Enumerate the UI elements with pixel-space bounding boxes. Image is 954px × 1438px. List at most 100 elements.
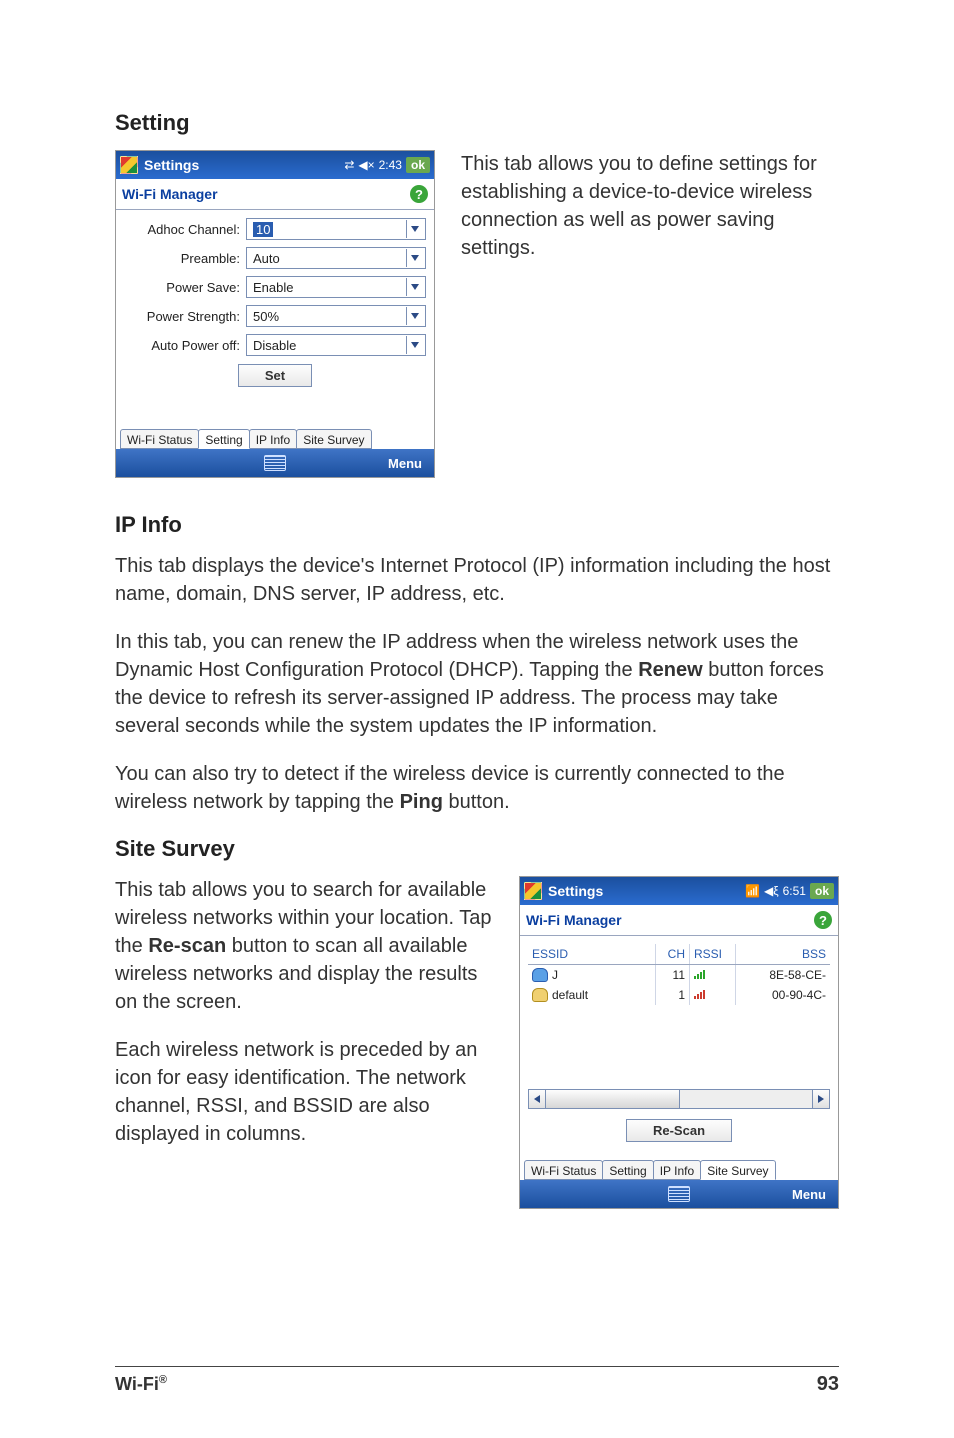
menu-button[interactable]: Menu xyxy=(388,449,422,477)
tab-wifi-status[interactable]: Wi-Fi Status xyxy=(120,429,199,449)
tab-site-survey[interactable]: Site Survey xyxy=(296,429,371,449)
signal-bars-icon xyxy=(694,989,705,999)
label-preamble: Preamble: xyxy=(124,251,246,266)
chevron-down-icon[interactable] xyxy=(406,220,423,238)
tab-ip-info[interactable]: IP Info xyxy=(249,429,297,449)
ipinfo-p2: In this tab, you can renew the IP addres… xyxy=(115,628,839,740)
scroll-left-button[interactable] xyxy=(529,1090,546,1108)
document-page: Setting Settings ⇄ ◀× 2:43 ok Wi-Fi Mana… xyxy=(0,0,954,1438)
dropdown-preamble[interactable]: Auto xyxy=(246,247,426,269)
window-title: Settings xyxy=(144,157,199,173)
clock-time: 2:43 xyxy=(379,158,402,172)
label-adhoc-channel: Adhoc Channel: xyxy=(124,222,246,237)
essid-value: J xyxy=(552,968,558,982)
table-row[interactable]: J 11 8E-58-CE- xyxy=(528,965,830,985)
label-power-save: Power Save: xyxy=(124,280,246,295)
dropdown-auto-power-off[interactable]: Disable xyxy=(246,334,426,356)
registered-icon: ® xyxy=(159,1374,167,1386)
ipinfo-p3: You can also try to detect if the wirele… xyxy=(115,760,839,816)
col-bssid[interactable]: BSS xyxy=(736,944,830,964)
titlebar: Settings ⇄ ◀× 2:43 ok xyxy=(116,151,434,179)
tab-site-survey[interactable]: Site Survey xyxy=(700,1160,775,1180)
sitesurvey-p1: This tab allows you to search for availa… xyxy=(115,876,493,1016)
app-title: Wi-Fi Manager xyxy=(122,186,218,202)
page-number: 93 xyxy=(817,1373,839,1396)
rescan-button[interactable]: Re-Scan xyxy=(626,1119,732,1142)
chevron-down-icon[interactable] xyxy=(406,336,423,354)
keyboard-icon[interactable] xyxy=(668,1186,690,1202)
help-icon[interactable]: ? xyxy=(814,911,832,929)
col-ch[interactable]: CH xyxy=(656,944,690,964)
value-power-strength: 50% xyxy=(253,309,279,324)
col-rssi[interactable]: RSSI xyxy=(690,944,736,964)
sitesurvey-content: ESSID CH RSSI BSS J 11 xyxy=(520,936,838,1156)
signal-bars-icon xyxy=(694,969,705,979)
scroll-right-button[interactable] xyxy=(812,1090,829,1108)
field-preamble: Preamble: Auto xyxy=(124,247,426,269)
col-essid[interactable]: ESSID xyxy=(528,944,656,964)
value-auto-power-off: Disable xyxy=(253,338,296,353)
tab-setting[interactable]: Setting xyxy=(602,1160,653,1180)
rssi-value xyxy=(690,965,736,985)
network-open-icon xyxy=(532,988,548,1002)
chevron-down-icon[interactable] xyxy=(406,307,423,325)
horizontal-scrollbar[interactable] xyxy=(528,1089,830,1109)
ping-keyword: Ping xyxy=(400,791,443,813)
help-icon[interactable]: ? xyxy=(410,185,428,203)
dropdown-adhoc-channel[interactable]: 10 xyxy=(246,218,426,240)
heading-ipinfo: IP Info xyxy=(115,512,839,538)
menu-button[interactable]: Menu xyxy=(792,1180,826,1208)
set-button[interactable]: Set xyxy=(238,364,312,387)
tab-ip-info[interactable]: IP Info xyxy=(653,1160,701,1180)
bssid-value: 8E-58-CE- xyxy=(736,965,830,985)
table-row[interactable]: default 1 00-90-4C- xyxy=(528,985,830,1005)
footer-left: Wi-Fi® xyxy=(115,1374,167,1395)
dropdown-power-strength[interactable]: 50% xyxy=(246,305,426,327)
keyboard-icon[interactable] xyxy=(264,455,286,471)
dropdown-power-save[interactable]: Enable xyxy=(246,276,426,298)
bssid-value: 00-90-4C- xyxy=(736,985,830,1005)
field-power-strength: Power Strength: 50% xyxy=(124,305,426,327)
scroll-thumb[interactable] xyxy=(546,1090,680,1108)
essid-value: default xyxy=(552,988,588,1002)
ch-value: 1 xyxy=(656,985,690,1005)
network-secure-icon xyxy=(532,968,548,982)
value-preamble: Auto xyxy=(253,251,280,266)
value-adhoc-channel: 10 xyxy=(253,222,273,237)
setting-content: Adhoc Channel: 10 Preamble: Auto Power S… xyxy=(116,210,434,425)
tab-wifi-status[interactable]: Wi-Fi Status xyxy=(524,1160,603,1180)
system-tray: ⇄ ◀× 2:43 ok xyxy=(344,157,430,173)
table-body: J 11 8E-58-CE- default 1 xyxy=(528,965,830,1085)
clock-time: 6:51 xyxy=(783,884,806,898)
page-footer: Wi-Fi® 93 xyxy=(115,1366,839,1396)
field-auto-power-off: Auto Power off: Disable xyxy=(124,334,426,356)
chevron-down-icon[interactable] xyxy=(406,278,423,296)
scroll-track[interactable] xyxy=(546,1090,812,1108)
screenshot-setting: Settings ⇄ ◀× 2:43 ok Wi-Fi Manager ? Ad… xyxy=(115,150,435,478)
window-title: Settings xyxy=(548,883,603,899)
speaker-icon: ◀× xyxy=(358,158,374,172)
label-power-strength: Power Strength: xyxy=(124,309,246,324)
chevron-down-icon[interactable] xyxy=(406,249,423,267)
sitesurvey-p2: Each wireless network is preceded by an … xyxy=(115,1036,493,1148)
app-title: Wi-Fi Manager xyxy=(526,912,622,928)
value-power-save: Enable xyxy=(253,280,293,295)
heading-sitesurvey: Site Survey xyxy=(115,836,839,862)
speaker-icon: ◀ξ xyxy=(764,884,779,898)
ipinfo-p3c: button. xyxy=(443,791,510,813)
rssi-value xyxy=(690,985,736,1005)
flag-icon xyxy=(524,882,542,900)
subheader: Wi-Fi Manager ? xyxy=(116,179,434,210)
subheader: Wi-Fi Manager ? xyxy=(520,905,838,936)
tab-setting[interactable]: Setting xyxy=(198,429,249,449)
sitesurvey-row: This tab allows you to search for availa… xyxy=(115,876,839,1209)
signal-icon: 📶 xyxy=(745,884,760,898)
renew-keyword: Renew xyxy=(638,659,702,681)
ch-value: 11 xyxy=(656,965,690,985)
ok-button[interactable]: ok xyxy=(406,157,430,173)
setting-description: This tab allows you to define settings f… xyxy=(461,150,839,262)
field-adhoc-channel: Adhoc Channel: 10 xyxy=(124,218,426,240)
setting-row: Settings ⇄ ◀× 2:43 ok Wi-Fi Manager ? Ad… xyxy=(115,150,839,478)
tabstrip: Wi-Fi Status Setting IP Info Site Survey xyxy=(116,425,434,449)
ok-button[interactable]: ok xyxy=(810,883,834,899)
